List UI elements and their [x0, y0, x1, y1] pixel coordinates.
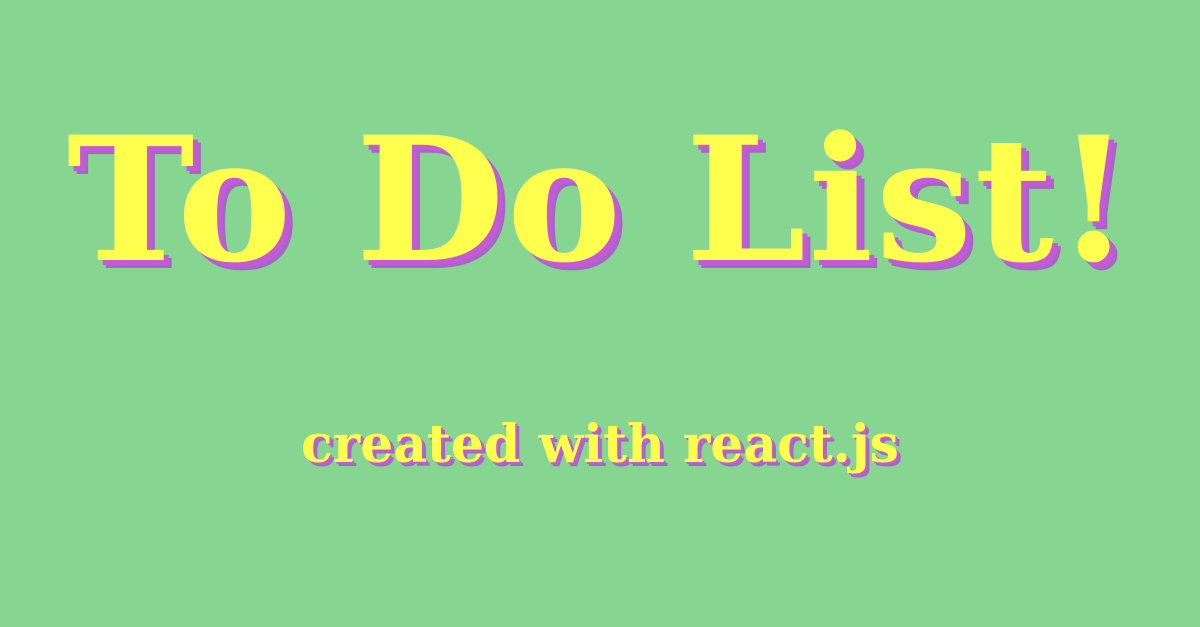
banner-subtitle: created with react.js	[301, 414, 899, 475]
banner-title: To Do List!	[66, 98, 1134, 301]
banner-canvas: To Do List! created with react.js	[0, 0, 1200, 627]
